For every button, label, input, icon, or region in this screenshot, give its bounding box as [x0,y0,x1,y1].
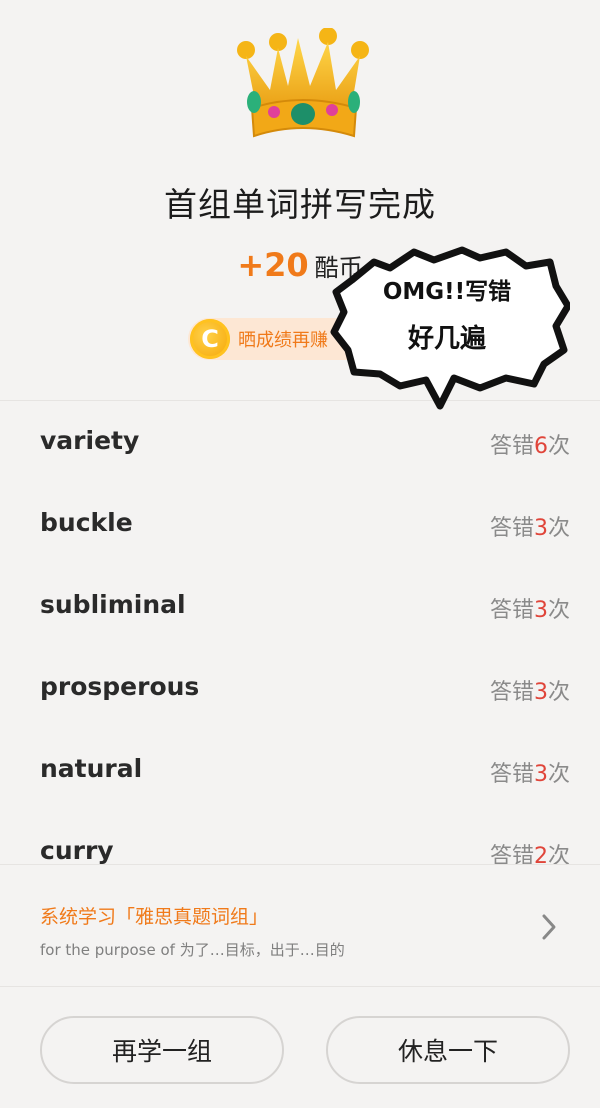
list-item[interactable]: curry 答错2次 [0,812,600,864]
list-item[interactable]: buckle 答错3次 [0,484,600,566]
coin-icon: C [190,319,230,359]
share-label: 晒成绩再赚 [238,330,328,351]
list-item[interactable]: natural 答错3次 [0,730,600,812]
crown-icon [237,28,369,138]
error-count: 答错3次 [489,598,570,623]
error-count: 答错3次 [489,680,570,705]
chevron-right-icon [542,914,556,940]
list-item[interactable]: variety 答错6次 [0,402,600,484]
list-item[interactable]: prosperous 答错3次 [0,648,600,730]
error-count: 答错2次 [489,844,570,864]
word-text: curry [40,836,114,864]
rest-button[interactable]: 休息一下 [326,1016,570,1084]
error-count: 答错3次 [489,762,570,787]
wrong-word-list: variety 答错6次 buckle 答错3次 subliminal 答错3次… [0,402,600,864]
sticker-text: OMG!!写错 好几遍 [330,276,564,364]
page-title: 首组单词拼写完成 [164,185,436,224]
divider [0,864,600,865]
study-phrase-link[interactable]: 系统学习「雅思真题词组」 for the purpose of 为了…目标，出于… [0,866,600,986]
error-count: 答错6次 [489,434,570,459]
study-subtitle: for the purpose of 为了…目标，出于…目的 [40,941,345,959]
sticker-line1: OMG!!写错 [382,279,512,305]
coin-symbol: C [201,325,219,353]
study-again-button[interactable]: 再学一组 [40,1016,284,1084]
list-item[interactable]: subliminal 答错3次 [0,566,600,648]
word-text: variety [40,426,140,455]
word-text: buckle [40,508,133,537]
word-text: natural [40,754,143,783]
sticker-line2: 好几遍 [407,324,486,354]
word-text: subliminal [40,590,186,619]
divider [0,986,600,987]
reward-amount: +20 [237,246,309,284]
result-page: 首组单词拼写完成 +20 酷币 C 晒成绩再赚 variety 答错6次 buck… [0,0,600,1108]
word-text: prosperous [40,672,200,701]
error-count: 答错3次 [489,516,570,541]
study-title: 系统学习「雅思真题词组」 [40,906,269,928]
